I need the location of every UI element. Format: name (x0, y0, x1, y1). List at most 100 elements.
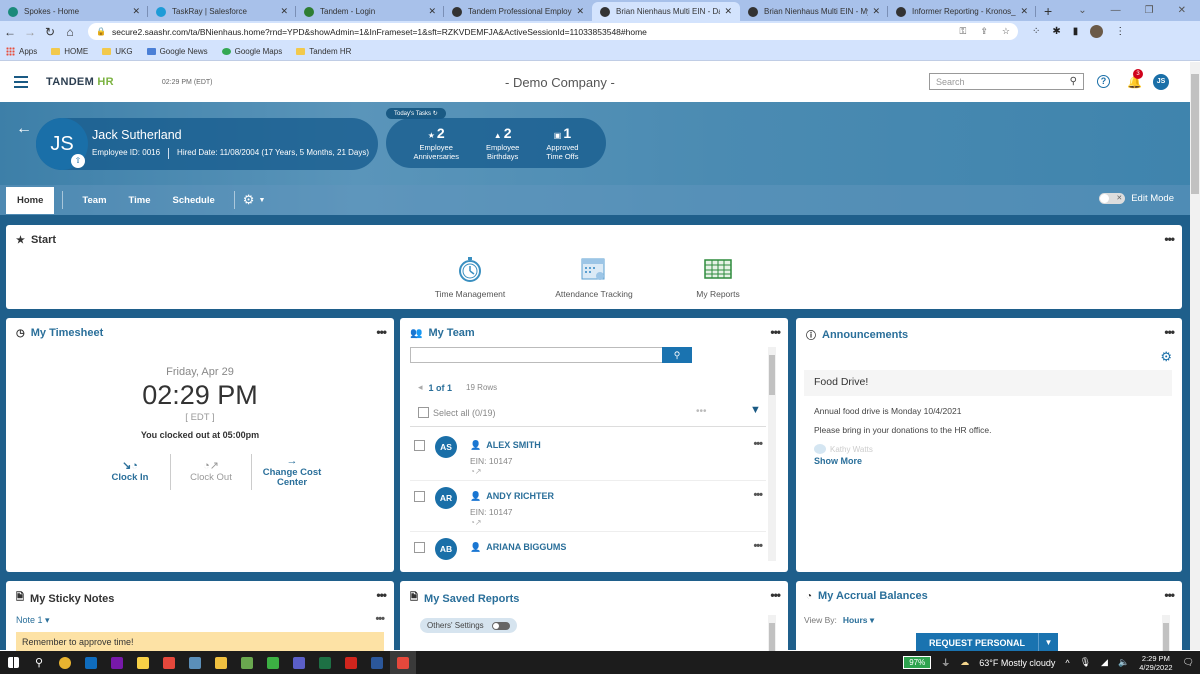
taskbar-app-camtasia-icon[interactable] (260, 651, 286, 674)
key-icon[interactable]: ⚿ (960, 26, 967, 37)
notification-center-icon[interactable]: 🗨 (1183, 657, 1194, 668)
shortcut-attendance-tracking[interactable]: Attendance Tracking (534, 255, 654, 299)
change-cost-center-button[interactable]: → Change Cost Center (252, 454, 332, 490)
others-settings-toggle[interactable]: Others' Settings (420, 618, 517, 633)
browser-tab[interactable]: Spokes - Home ✕ (0, 2, 148, 21)
page-scrollbar[interactable] (1190, 62, 1200, 650)
refresh-icon[interactable]: ↻ (433, 111, 438, 117)
shortcut-time-management[interactable]: Time Management (410, 255, 530, 299)
bulk-actions-icon[interactable]: ••• (696, 406, 707, 417)
close-tab-icon[interactable]: ✕ (280, 6, 288, 17)
taskbar-app-sheets-icon[interactable] (234, 651, 260, 674)
share-icon[interactable]: ⇪ (980, 26, 988, 37)
request-personal-button[interactable]: REQUEST PERSONAL ▼ (916, 633, 1059, 653)
team-scrollbar[interactable] (768, 347, 776, 561)
battery-indicator[interactable]: 97% (903, 656, 932, 669)
taskbar-app-outlook-icon[interactable] (78, 651, 104, 674)
card-menu-icon[interactable]: ••• (376, 325, 387, 339)
browser-profile-avatar[interactable] (1090, 25, 1104, 38)
show-more-link[interactable]: Show More (814, 456, 862, 466)
forward-icon[interactable]: → (20, 25, 40, 39)
back-icon[interactable]: ← (0, 25, 20, 39)
tab-time[interactable]: Time (118, 187, 162, 214)
close-tab-icon[interactable]: ✕ (724, 6, 732, 17)
taskbar-app-excel-icon[interactable] (312, 651, 338, 674)
bookmark-ukg[interactable]: UKG (102, 47, 133, 56)
select-all-checkbox[interactable] (418, 407, 429, 418)
row-checkbox[interactable] (414, 542, 425, 553)
row-menu-icon[interactable]: ••• (753, 489, 763, 501)
volume-icon[interactable]: 🔈 (1118, 657, 1129, 668)
bookmark-tandem-hr[interactable]: Tandem HR (296, 47, 351, 56)
card-menu-icon[interactable]: ••• (1164, 325, 1175, 339)
close-tab-icon[interactable]: ✕ (1020, 6, 1028, 17)
upload-photo-icon[interactable]: ⇧ (71, 154, 85, 168)
member-name[interactable]: ANDY RICHTER (486, 491, 554, 502)
row-menu-icon[interactable]: ••• (753, 540, 763, 552)
team-search-input[interactable] (410, 347, 662, 363)
taskbar-app-chrome-icon[interactable] (52, 651, 78, 674)
help-icon[interactable]: ? (1097, 75, 1110, 88)
browser-tab-active[interactable]: Brian Nienhaus Multi EIN - Dash ✕ (592, 2, 740, 21)
puzzle-icon[interactable]: ✱ (1052, 26, 1060, 37)
row-checkbox[interactable] (414, 440, 425, 451)
note-menu-icon[interactable]: ••• (375, 613, 385, 625)
extension-icon[interactable]: ⁘ (1032, 26, 1040, 37)
clock-out-link-icon[interactable]: ◔↗ (470, 518, 482, 527)
taskbar-app-word-icon[interactable] (364, 651, 390, 674)
bookmark-google-maps[interactable]: Google Maps (221, 47, 282, 56)
search-icon[interactable]: ⚲ (1070, 76, 1077, 87)
team-scrollbar-thumb[interactable] (769, 355, 775, 395)
hamburger-menu-icon[interactable] (14, 76, 28, 88)
row-menu-icon[interactable]: ••• (753, 438, 763, 450)
clock-out-link-icon[interactable]: ◔↗ (470, 467, 482, 476)
taskbar-app-sticky-notes-icon[interactable] (130, 651, 156, 674)
taskbar-app-camtasia-recorder-icon[interactable] (390, 651, 416, 674)
browser-tab[interactable]: TaskRay | Salesforce ✕ (148, 2, 296, 21)
close-window-icon[interactable]: ✕ (1178, 5, 1186, 16)
gear-icon[interactable]: ⚙ (1160, 349, 1172, 365)
tab-team[interactable]: Team (71, 187, 117, 214)
minimize-icon[interactable]: — (1111, 5, 1121, 16)
taskbar-app-calculator-icon[interactable] (182, 651, 208, 674)
note-text[interactable]: Remember to approve time! (16, 632, 384, 652)
row-checkbox[interactable] (414, 491, 425, 502)
bookmark-google-news[interactable]: Google News (146, 47, 208, 56)
tandem-hr-logo[interactable]: TANDEM HR (46, 76, 114, 88)
taskbar-app-snagit-icon[interactable] (156, 651, 182, 674)
browser-tab[interactable]: Tandem Professional Employer ✕ (444, 2, 592, 21)
taskbar-app-file-explorer-icon[interactable] (208, 651, 234, 674)
team-member-row[interactable]: AB 👤 ARIANA BIGGUMS EIN: 10147 ••• (410, 532, 766, 560)
settings-menu[interactable]: ⚙ ▼ (243, 192, 266, 208)
card-menu-icon[interactable]: ••• (376, 588, 387, 602)
bookmark-home[interactable]: HOME (51, 47, 88, 56)
taskbar-app-teams-icon[interactable] (286, 651, 312, 674)
home-icon[interactable]: ⌂ (60, 25, 80, 39)
task-anniversaries[interactable]: ★ 2 Employee Anniversaries (414, 126, 459, 161)
member-name[interactable]: ALEX SMITH (486, 440, 541, 451)
notifications-bell-icon[interactable]: 🔔 3 (1127, 69, 1143, 89)
user-avatar[interactable]: JS (1153, 74, 1169, 90)
prev-page-icon[interactable]: ◂ (418, 382, 423, 393)
microphone-icon[interactable]: 🎙 (1080, 657, 1091, 668)
system-clock[interactable]: 2:29 PM 4/29/2022 (1139, 654, 1172, 672)
weather-text[interactable]: 63°F Mostly cloudy (979, 658, 1055, 668)
new-tab-button[interactable]: + (1036, 2, 1060, 21)
filter-icon[interactable]: ▼ (750, 404, 761, 416)
note-selector[interactable]: Note 1 ▾ (16, 615, 50, 626)
team-member-row[interactable]: AR 👤 ANDY RICHTER EIN: 10147 ◔↗ ••• (410, 481, 766, 532)
member-name[interactable]: ARIANA BIGGUMS (486, 542, 566, 553)
edit-mode-toggle[interactable]: ✕ Edit Mode (1099, 193, 1174, 204)
url-input[interactable]: 🔒 secure2.saashr.com/ta/BNienhaus.home?r… (88, 23, 1018, 40)
clock-in-button[interactable]: ↘◔ Clock In (90, 454, 170, 490)
card-menu-icon[interactable]: ••• (1164, 588, 1175, 602)
toggle-switch[interactable]: ✕ (1099, 193, 1126, 204)
team-search-button[interactable]: ⚲ (662, 347, 692, 363)
caret-down-icon[interactable]: ▼ (1038, 633, 1059, 653)
windows-start-icon[interactable] (0, 651, 26, 674)
toggle-switch[interactable] (491, 621, 510, 630)
tab-search-icon[interactable]: ⌄ (1078, 5, 1086, 16)
close-tab-icon[interactable]: ✕ (872, 6, 880, 17)
browser-tab[interactable]: Informer Reporting - Kronos_N ✕ (888, 2, 1036, 21)
close-tab-icon[interactable]: ✕ (428, 6, 436, 17)
